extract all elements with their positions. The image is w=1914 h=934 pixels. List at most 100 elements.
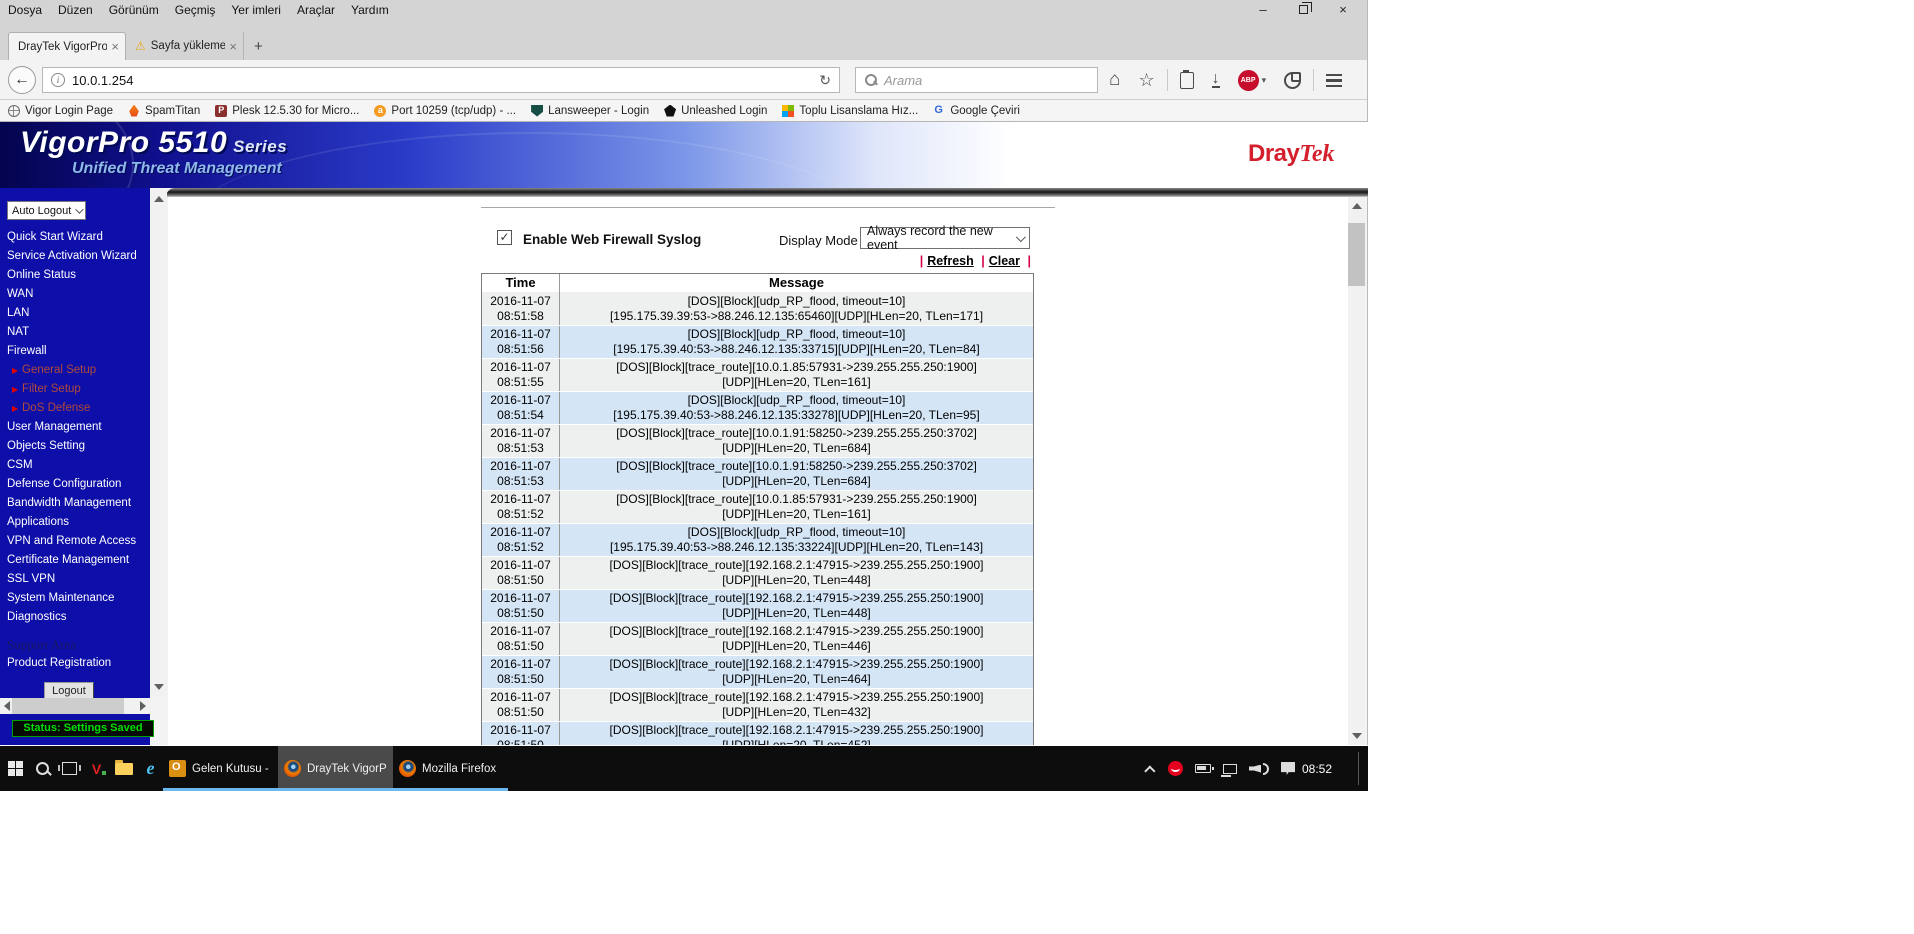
tray-expand-icon[interactable]: [1144, 765, 1155, 776]
menu-item[interactable]: Düzen: [50, 1, 101, 19]
bookmark-item[interactable]: Vigor Login Page: [8, 105, 113, 117]
bookmark-item[interactable]: Plesk 12.5.30 for Micro...: [215, 105, 359, 117]
bookmark-item[interactable]: Unleashed Login: [664, 105, 767, 117]
url-text[interactable]: 10.0.1.254: [72, 73, 811, 88]
cell-message: [DOS][Block][udp_RP_flood, timeout=10] […: [560, 292, 1033, 325]
search-input[interactable]: Arama: [855, 67, 1098, 93]
sidebar-item[interactable]: Certificate Management: [0, 551, 150, 570]
sidebar-item[interactable]: WAN: [0, 285, 150, 304]
sidebar-item[interactable]: DoS Defense: [0, 399, 150, 418]
sidebar-item[interactable]: Applications: [0, 513, 150, 532]
scroll-down-icon[interactable]: [1352, 733, 1362, 739]
taskbar-app-button[interactable]: Mozilla Firefox: [393, 746, 508, 791]
sidebar-item[interactable]: VPN and Remote Access: [0, 532, 150, 551]
sidebar-item[interactable]: Defense Configuration: [0, 475, 150, 494]
sidebar-item[interactable]: Bandwidth Management: [0, 494, 150, 513]
extension-icon[interactable]: [1284, 72, 1301, 89]
minimize-icon[interactable]: –: [1243, 1, 1283, 19]
sidebar-item[interactable]: Service Activation Wizard: [0, 247, 150, 266]
browser-tab[interactable]: ⚠ Sayfa yükleme sorunu ×: [126, 32, 244, 60]
notifications-icon[interactable]: [1281, 762, 1295, 775]
bookmark-item[interactable]: SpamTitan: [128, 105, 200, 117]
product-banner: VigorPro 5510Series Unified Threat Manag…: [0, 122, 1368, 188]
restore-icon[interactable]: [1283, 1, 1323, 19]
scrollbar-thumb[interactable]: [1348, 223, 1365, 286]
volume-waves-icon: [1263, 763, 1269, 775]
scrollbar-thumb[interactable]: [12, 698, 124, 714]
bookmark-item[interactable]: Toplu Lisanslama Hız...: [782, 105, 918, 117]
sidebar-item[interactable]: NAT: [0, 323, 150, 342]
enable-syslog-checkbox[interactable]: ✓: [497, 230, 512, 245]
site-info-icon[interactable]: i: [51, 73, 65, 87]
tab-close-icon[interactable]: ×: [111, 39, 119, 54]
network-icon[interactable]: [1223, 764, 1237, 774]
new-tab-button[interactable]: +: [254, 38, 263, 55]
sidebar-item[interactable]: Firewall: [0, 342, 150, 361]
content-vertical-scrollbar[interactable]: [1348, 197, 1365, 745]
adblock-icon[interactable]: ABP ▾: [1238, 70, 1267, 91]
sidebar-item[interactable]: User Management: [0, 418, 150, 437]
home-icon[interactable]: ⌂: [1109, 69, 1120, 91]
reload-icon[interactable]: ↻: [811, 72, 839, 89]
taskbar-app-button[interactable]: DrayTek VigorPro 551...: [278, 746, 393, 791]
reading-list-icon[interactable]: [1180, 72, 1194, 89]
bookmark-item[interactable]: Google Çeviri: [933, 105, 1020, 117]
sidebar-item[interactable]: Online Status: [0, 266, 150, 285]
bookmark-item[interactable]: Port 10259 (tcp/udp) - ...: [374, 105, 516, 117]
sidebar-vertical-scrollbar[interactable]: [150, 190, 167, 696]
scroll-left-icon[interactable]: [4, 701, 10, 711]
column-header-message: Message: [560, 274, 1033, 292]
battery-icon[interactable]: [1195, 764, 1211, 773]
menu-item[interactable]: Yardım: [343, 1, 397, 19]
search-placeholder: Arama: [884, 73, 922, 88]
cell-time: 2016-11-07 08:51:50: [482, 623, 560, 655]
pinned-vnc[interactable]: V: [83, 746, 110, 791]
url-bar[interactable]: i 10.0.1.254 ↻: [42, 67, 840, 93]
menu-item[interactable]: Yer imleri: [223, 1, 289, 19]
refresh-link[interactable]: Refresh: [927, 254, 974, 268]
display-mode-select[interactable]: Always record the new event: [860, 227, 1030, 249]
clear-link[interactable]: Clear: [989, 254, 1020, 268]
menu-item[interactable]: Dosya: [0, 1, 50, 19]
sidebar-item-product-registration[interactable]: Product Registration: [0, 654, 150, 673]
menu-hamburger-icon[interactable]: [1326, 74, 1342, 87]
scroll-right-icon[interactable]: [140, 701, 146, 711]
auto-logout-select[interactable]: Auto Logout: [7, 201, 86, 220]
scroll-down-icon[interactable]: [154, 684, 164, 690]
sidebar-item[interactable]: Objects Setting: [0, 437, 150, 456]
scroll-up-icon[interactable]: [1352, 203, 1362, 209]
sidebar-item[interactable]: General Setup: [0, 361, 150, 380]
start-button[interactable]: [2, 746, 29, 791]
pinned-ie[interactable]: e: [137, 746, 164, 791]
sidebar: Auto Logout Quick Start Wizard Service A…: [0, 188, 150, 745]
sidebar-item[interactable]: LAN: [0, 304, 150, 323]
bookmark-item[interactable]: Lansweeper - Login: [531, 105, 649, 117]
show-desktop-divider[interactable]: [1358, 752, 1359, 785]
downloads-icon[interactable]: ↓: [1212, 72, 1220, 88]
tab-close-icon[interactable]: ×: [229, 39, 237, 54]
scroll-up-icon[interactable]: [154, 196, 164, 202]
back-button[interactable]: ←: [8, 66, 36, 94]
sidebar-item[interactable]: CSM: [0, 456, 150, 475]
bookmark-star-icon[interactable]: ☆: [1138, 70, 1154, 91]
taskbar-search-button[interactable]: [29, 746, 56, 791]
sidebar-item[interactable]: SSL VPN: [0, 570, 150, 589]
menu-item[interactable]: Araçlar: [289, 1, 343, 19]
taskbar-app-button[interactable]: Gelen Kutusu - onur.t...: [163, 746, 278, 791]
menu-item[interactable]: Geçmiş: [167, 1, 224, 19]
pinned-explorer[interactable]: [110, 746, 137, 791]
sidebar-item[interactable]: Quick Start Wizard: [0, 228, 150, 247]
task-view-button[interactable]: [56, 746, 83, 791]
browser-tab[interactable]: ⚠ DrayTek VigorPro 5510 ×: [8, 32, 126, 60]
antivirus-icon[interactable]: [1168, 761, 1183, 776]
support-area-header: Support Area: [0, 635, 150, 654]
menu-item[interactable]: Görünüm: [101, 1, 167, 19]
taskbar-clock[interactable]: 08:52: [1302, 746, 1332, 791]
sidebar-item[interactable]: Diagnostics: [0, 608, 150, 627]
system-tray: [1142, 746, 1301, 791]
volume-icon[interactable]: [1249, 765, 1261, 773]
sidebar-item[interactable]: System Maintenance: [0, 589, 150, 608]
sidebar-item[interactable]: Filter Setup: [0, 380, 150, 399]
sidebar-horizontal-scrollbar[interactable]: [0, 698, 150, 714]
close-icon[interactable]: ×: [1323, 1, 1363, 19]
